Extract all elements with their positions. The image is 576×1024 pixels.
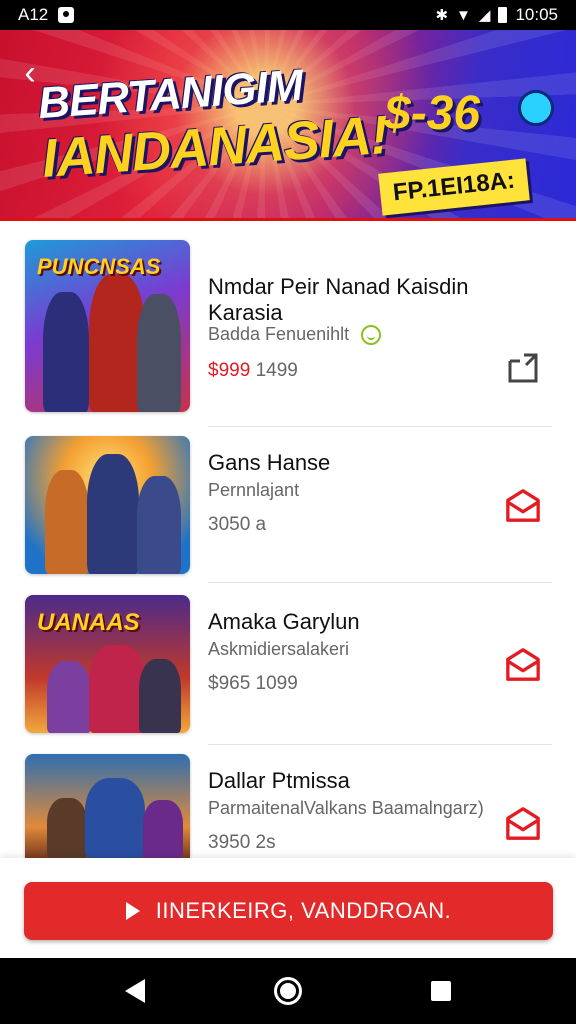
product-thumbnail[interactable]: PUNCNSAS (25, 240, 190, 412)
divider (208, 744, 552, 745)
system-navigation-bar (0, 958, 576, 1024)
item-price: 3950 2s (208, 832, 276, 854)
download-button-label: IINERKEIRG, VANDDROAN. (155, 898, 452, 923)
signal-icon: ◢ (478, 6, 491, 24)
item-title: Amaka Garylun (208, 609, 360, 634)
promo-banner[interactable]: ‹ BERTANIGIM IANDANASIA! $-36 FP.1EI18A: (0, 30, 576, 221)
regular-price: 1499 (255, 360, 298, 381)
item-price: $999 1499 (208, 360, 298, 382)
divider (208, 582, 552, 583)
gem-icon (518, 90, 554, 126)
smile-icon (361, 325, 382, 346)
status-bar: A12 ✱ ▼ ◢ 10:05 (0, 0, 576, 30)
item-subtitle: Pernnlajant (208, 480, 300, 500)
clock-time: 10:05 (515, 5, 558, 24)
sale-price: $999 (208, 360, 251, 381)
item-title: Nmdar Peir Nanad Kaisdin Karasia (208, 274, 469, 325)
thumbnail-title: PUNCNSAS (37, 254, 161, 279)
list-item[interactable]: Gans Hanse Pernnlajant 3050 a (0, 436, 576, 596)
share-button[interactable] (505, 350, 541, 386)
banner-title: BERTANIGIM IANDANASIA! (37, 58, 390, 189)
product-thumbnail[interactable] (25, 754, 190, 858)
bottom-action-bar: IINERKEIRG, VANDDROAN. (0, 858, 576, 958)
mail-icon (506, 807, 540, 840)
list-item[interactable]: UANAAS Amaka Garylun Askmidiersalakeri $… (0, 595, 576, 755)
banner-price: $-36 (384, 87, 481, 140)
mail-button[interactable] (505, 488, 541, 524)
mail-button[interactable] (505, 647, 541, 683)
item-title: Gans Hanse (208, 450, 331, 475)
thumbnail-title: UANAAS (37, 609, 140, 636)
item-subtitle: Askmidiersalakeri (208, 639, 350, 659)
item-title: Dallar Ptmissa (208, 768, 350, 793)
item-subtitle: Badda Fenuenihlt (208, 324, 382, 346)
regular-price: $965 1099 (208, 673, 298, 694)
product-thumbnail[interactable]: UANAAS (25, 595, 190, 733)
notification-app-icon (58, 7, 75, 23)
item-price: 3050 a (208, 514, 266, 536)
carrier-label: A12 (18, 5, 49, 24)
product-thumbnail[interactable] (25, 436, 190, 574)
mail-icon (506, 489, 540, 522)
nav-back-icon[interactable] (124, 979, 145, 1003)
download-button[interactable]: IINERKEIRG, VANDDROAN. (24, 882, 553, 940)
mail-icon (506, 648, 540, 681)
list-item[interactable]: PUNCNSAS Nmdar Peir Nanad Kaisdin Karasi… (0, 240, 576, 412)
wifi-icon: ▼ (456, 6, 471, 24)
share-icon (508, 353, 538, 383)
battery-icon (498, 7, 508, 23)
item-subtitle: ParmaitenalValkans Baamalngarz) (208, 798, 484, 818)
nav-recents-icon[interactable] (431, 981, 452, 1001)
divider (208, 426, 552, 427)
bluetooth-icon: ✱ (435, 6, 449, 24)
regular-price: 3050 a (208, 514, 267, 535)
regular-price: 3950 2s (208, 832, 276, 853)
mail-button[interactable] (505, 806, 541, 842)
play-icon (125, 902, 140, 920)
nav-home-icon[interactable] (273, 977, 302, 1005)
item-price: $965 1099 (208, 673, 298, 695)
